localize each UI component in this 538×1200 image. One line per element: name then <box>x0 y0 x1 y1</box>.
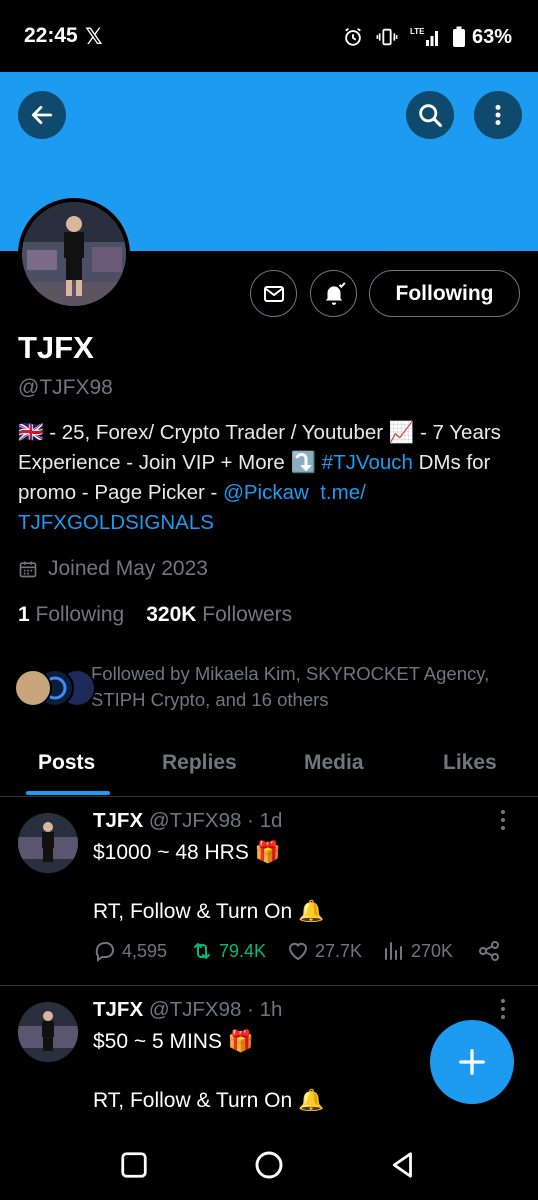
post-actions: 4,595 79.4K 27.7K 270K <box>93 937 513 967</box>
tab-media[interactable]: Media <box>304 751 364 775</box>
like-count: 27.7K <box>315 940 363 961</box>
like-icon <box>288 942 308 961</box>
post-avatar[interactable] <box>18 813 78 873</box>
share-icon <box>479 941 499 961</box>
notifications-button[interactable] <box>310 270 357 317</box>
tab-posts[interactable]: Posts <box>38 751 95 775</box>
post-handle-time: @TJFX98 · 1d <box>148 809 283 832</box>
bell-icon <box>325 281 346 305</box>
more-options-button[interactable] <box>474 91 522 139</box>
post-handle-time: @TJFX98 · 1h <box>148 998 283 1021</box>
active-tab-indicator <box>26 791 110 795</box>
calendar-icon <box>19 561 37 578</box>
followers-label: Followers <box>202 603 293 626</box>
more-vertical-icon <box>495 104 501 126</box>
views-icon <box>385 942 402 960</box>
status-icons: LTE <box>342 26 466 48</box>
repost-count: 79.4K <box>219 940 267 961</box>
post-header: TJFX @TJFX98 · 1d <box>93 809 282 833</box>
repost-icon <box>194 942 210 960</box>
alarm-icon <box>345 27 361 46</box>
follower-avatar-1 <box>14 669 52 707</box>
profile-handle: @TJFX98 <box>18 376 113 399</box>
post-avatar[interactable] <box>18 1002 78 1062</box>
system-nav-bar <box>0 1128 538 1200</box>
views-count: 270K <box>411 940 454 961</box>
vibrate-icon <box>376 28 398 46</box>
post-text-line-2: RT, Follow & Turn On 🔔 <box>93 900 325 923</box>
following-button[interactable]: Following <box>369 270 520 317</box>
following-count-link[interactable]: 1 Following <box>18 603 124 627</box>
followers-count-link[interactable]: 320K Followers <box>146 603 292 627</box>
views-button[interactable]: 270K <box>382 939 453 963</box>
post-text-line-1: $50 ~ 5 MINS 🎁 <box>93 1030 254 1053</box>
svg-text:LTE: LTE <box>410 27 425 36</box>
followed-by[interactable]: Followed by Mikaela Kim, SKYROCKET Agenc… <box>14 661 524 717</box>
followed-by-text: Followed by Mikaela Kim, SKYROCKET Agenc… <box>91 663 490 710</box>
compose-post-button[interactable] <box>430 1020 514 1104</box>
status-bar: 22:45 𝕏 LTE 63% <box>0 0 538 72</box>
more-vertical-icon <box>501 810 505 830</box>
search-button[interactable] <box>406 91 454 139</box>
joined-text: Joined May 2023 <box>48 557 208 580</box>
post-more-button[interactable] <box>491 998 514 1020</box>
back-arrow-icon <box>31 106 53 124</box>
plus-icon <box>459 1049 485 1075</box>
post-header: TJFX @TJFX98 · 1h <box>93 998 282 1022</box>
joined-date: Joined May 2023 <box>18 557 208 581</box>
home-circle-icon <box>255 1151 283 1179</box>
message-button[interactable] <box>250 270 297 317</box>
profile-avatar[interactable] <box>18 198 130 310</box>
mail-icon <box>263 285 284 302</box>
reply-button[interactable]: 4,595 <box>93 939 167 963</box>
followers-count: 320K <box>146 603 197 626</box>
bio-hashtag-link[interactable]: #TJVouch <box>322 451 413 474</box>
post-more-button[interactable] <box>491 809 514 831</box>
x-app-icon: 𝕏 <box>85 24 103 49</box>
status-time: 22:45 <box>24 24 78 47</box>
reply-icon <box>95 942 114 962</box>
post-avatar-photo <box>18 813 78 873</box>
bio-spacer <box>309 481 320 504</box>
back-button[interactable] <box>18 91 66 139</box>
post-text-line-2: RT, Follow & Turn On 🔔 <box>93 1089 325 1112</box>
share-button[interactable] <box>477 939 501 963</box>
more-vertical-icon <box>501 999 505 1019</box>
home-button[interactable] <box>252 1148 286 1182</box>
bio-mention-link[interactable]: @Pickaw <box>223 481 309 504</box>
following-label: Following <box>35 603 125 626</box>
like-button[interactable]: 27.7K <box>286 939 362 963</box>
tab-replies[interactable]: Replies <box>162 751 237 775</box>
system-back-button[interactable] <box>386 1148 420 1182</box>
search-icon <box>419 104 443 128</box>
signal-icon: LTE <box>410 27 438 46</box>
triangle-back-icon <box>392 1152 412 1178</box>
reply-count: 4,595 <box>122 940 168 961</box>
follow-counts: 1 Following 320K Followers <box>18 603 292 627</box>
battery-percent: 63% <box>471 26 512 48</box>
profile-bio: 🇬🇧 - 25, Forex/ Crypto Trader / Youtuber… <box>18 418 523 538</box>
post-author[interactable]: TJFX <box>93 809 143 832</box>
avatar-photo <box>22 202 126 306</box>
post-text-line-1: $1000 ~ 48 HRS 🎁 <box>93 841 281 864</box>
recents-button[interactable] <box>117 1148 151 1182</box>
following-count: 1 <box>18 603 30 626</box>
recents-icon <box>121 1152 147 1178</box>
battery-icon <box>453 26 465 47</box>
profile-tabs: Posts Replies Media Likes <box>0 733 538 797</box>
repost-button[interactable]: 79.4K <box>190 939 266 963</box>
profile-name: TJFX <box>18 330 94 365</box>
post-avatar-photo <box>18 1002 78 1062</box>
tab-likes[interactable]: Likes <box>443 751 497 775</box>
post-item[interactable]: TJFX @TJFX98 · 1d $1000 ~ 48 HRS 🎁 RT, F… <box>0 797 538 985</box>
post-author[interactable]: TJFX <box>93 998 143 1021</box>
